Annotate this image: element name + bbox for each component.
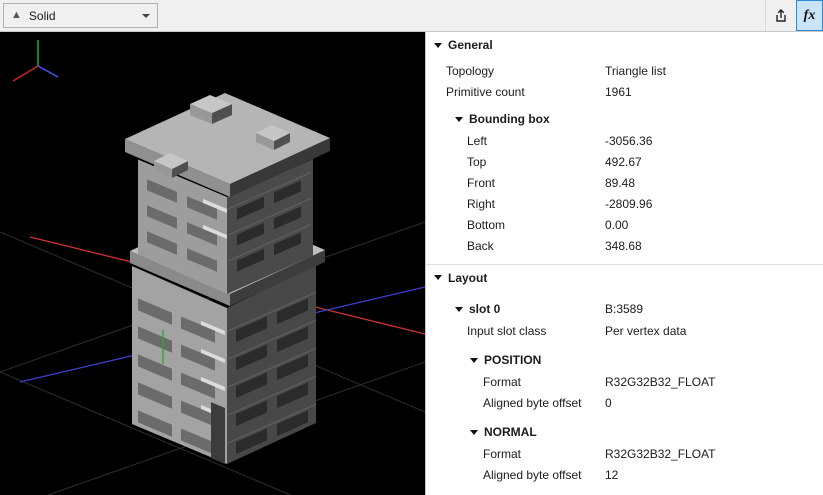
position-element-header[interactable]: POSITION (426, 349, 823, 371)
properties-panel: General Topology Triangle list Primitive… (425, 32, 823, 495)
property-value: Triangle list (605, 64, 666, 78)
property-label: Top (467, 155, 486, 169)
property-value: R32G32B32_FLOAT (605, 375, 716, 389)
property-label: Left (467, 134, 487, 148)
property-row-front: Front 89.48 (426, 172, 823, 193)
property-row-back: Back 348.68 (426, 235, 823, 256)
render-mode-dropdown[interactable]: ▲ Solid (3, 3, 158, 28)
toolbar: ▲ Solid fx (0, 0, 823, 32)
collapse-triangle-icon (455, 117, 463, 122)
3d-viewport[interactable] (0, 32, 425, 495)
section-title: Layout (448, 271, 487, 285)
property-value: 492.67 (605, 155, 642, 169)
entrance-door (211, 402, 225, 464)
triangle-solid-icon: ▲ (11, 10, 22, 21)
property-label: Bottom (467, 218, 505, 232)
property-value: -3056.36 (605, 134, 652, 148)
general-section-header[interactable]: General (426, 32, 823, 58)
section-layout: Layout slot 0 B:3589 Input slot class Pe… (426, 264, 823, 485)
property-row-position-offset: Aligned byte offset 0 (426, 392, 823, 413)
property-value: 1961 (605, 85, 632, 99)
export-button[interactable] (766, 0, 796, 31)
collapse-triangle-icon (470, 430, 478, 435)
main-content: General Topology Triangle list Primitive… (0, 32, 823, 495)
property-label: Topology (446, 64, 494, 78)
property-value: 12 (605, 468, 618, 482)
property-value: R32G32B32_FLOAT (605, 447, 716, 461)
property-value: Per vertex data (605, 324, 686, 338)
property-value: 348.68 (605, 239, 642, 253)
fx-label: fx (804, 8, 816, 24)
slot-value: B:3589 (605, 302, 643, 316)
property-row-normal-format: Format R32G32B32_FLOAT (426, 443, 823, 464)
graphics-mesh-viewer-window: ▲ Solid fx (0, 0, 823, 495)
property-row-right: Right -2809.96 (426, 193, 823, 214)
property-value: 0 (605, 396, 612, 410)
section-general: General Topology Triangle list Primitive… (426, 32, 823, 264)
property-value: 89.48 (605, 176, 635, 190)
property-row-primitive-count: Primitive count 1961 (426, 81, 823, 102)
slot-0-header[interactable]: slot 0 B:3589 (426, 298, 823, 320)
section-title: General (448, 38, 493, 52)
property-label: Aligned byte offset (483, 396, 582, 410)
render-mode-label: Solid (29, 9, 135, 23)
property-row-normal-offset: Aligned byte offset 12 (426, 464, 823, 485)
property-label: Aligned byte offset (483, 468, 582, 482)
collapse-triangle-icon (470, 358, 478, 363)
bounding-box-header[interactable]: Bounding box (426, 108, 823, 130)
3d-viewport-canvas[interactable] (0, 32, 425, 495)
collapse-triangle-icon (434, 43, 442, 48)
property-value: -2809.96 (605, 197, 652, 211)
export-icon (773, 8, 789, 24)
property-label: Front (467, 176, 495, 190)
property-row-left: Left -3056.36 (426, 130, 823, 151)
group-title: POSITION (484, 353, 541, 367)
property-row-position-format: Format R32G32B32_FLOAT (426, 371, 823, 392)
property-label: Format (483, 375, 521, 389)
property-row-top: Top 492.67 (426, 151, 823, 172)
property-label: Right (467, 197, 495, 211)
fx-button[interactable]: fx (796, 0, 823, 31)
group-title: NORMAL (484, 425, 537, 439)
property-row-bottom: Bottom 0.00 (426, 214, 823, 235)
property-label: Primitive count (446, 85, 525, 99)
property-row-topology: Topology Triangle list (426, 60, 823, 81)
layout-section-header[interactable]: Layout (426, 264, 823, 290)
property-label: Back (467, 239, 494, 253)
property-label: Format (483, 447, 521, 461)
collapse-triangle-icon (434, 275, 442, 280)
property-label: Input slot class (467, 324, 546, 338)
property-row-input-slot-class: Input slot class Per vertex data (426, 320, 823, 341)
collapse-triangle-icon (455, 307, 463, 312)
chevron-down-icon (142, 14, 150, 18)
normal-element-header[interactable]: NORMAL (426, 421, 823, 443)
property-value: 0.00 (605, 218, 628, 232)
group-title: Bounding box (469, 112, 550, 126)
group-title: slot 0 (469, 302, 500, 316)
